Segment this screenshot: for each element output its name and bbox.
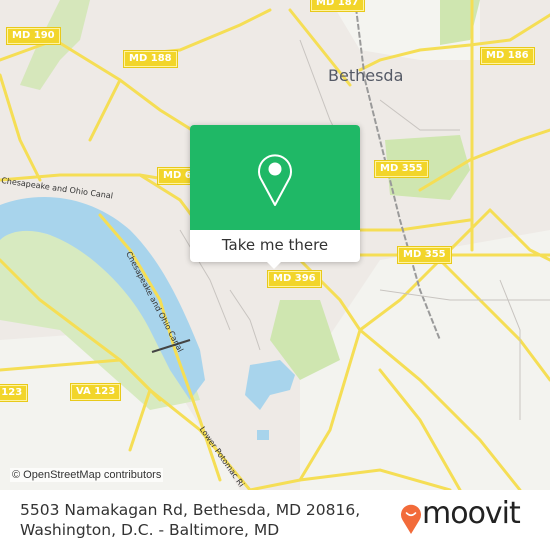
- moovit-logo[interactable]: moovit: [422, 496, 521, 531]
- road-label-md-396: MD 396: [267, 270, 322, 288]
- address: 5503 Namakagan Rd, Bethesda, MD 20816, W…: [20, 500, 360, 540]
- popup-header: [190, 125, 360, 230]
- road-label-va-123-west: VA 123: [0, 384, 29, 402]
- location-popup: Take me there: [190, 125, 360, 269]
- map-view[interactable]: Bethesda MD 187 MD 190 MD 188 MD 186 MD …: [0, 0, 550, 490]
- take-me-there-button[interactable]: Take me there: [190, 230, 360, 262]
- map-attribution[interactable]: © OpenStreetMap contributors: [10, 468, 164, 482]
- road-label-md-188: MD 188: [123, 50, 178, 68]
- road-label-md-355-north: MD 355: [374, 160, 429, 178]
- road-label-va-123-east: VA 123: [69, 383, 122, 401]
- popup-pointer: [266, 261, 282, 269]
- footer: 5503 Namakagan Rd, Bethesda, MD 20816, W…: [0, 490, 550, 550]
- map-pin-icon: [258, 154, 292, 206]
- address-line-2: Washington, D.C. - Baltimore, MD: [20, 521, 280, 539]
- address-line-1: 5503 Namakagan Rd, Bethesda, MD 20816,: [20, 501, 361, 519]
- place-label-bethesda: Bethesda: [328, 66, 404, 85]
- road-label-md-190: MD 190: [6, 27, 61, 45]
- moovit-pin-icon: [401, 504, 421, 534]
- road-label-md-187: MD 187: [310, 0, 365, 12]
- road-label-md-186: MD 186: [480, 47, 535, 65]
- road-label-md-355-south: MD 355: [397, 246, 452, 264]
